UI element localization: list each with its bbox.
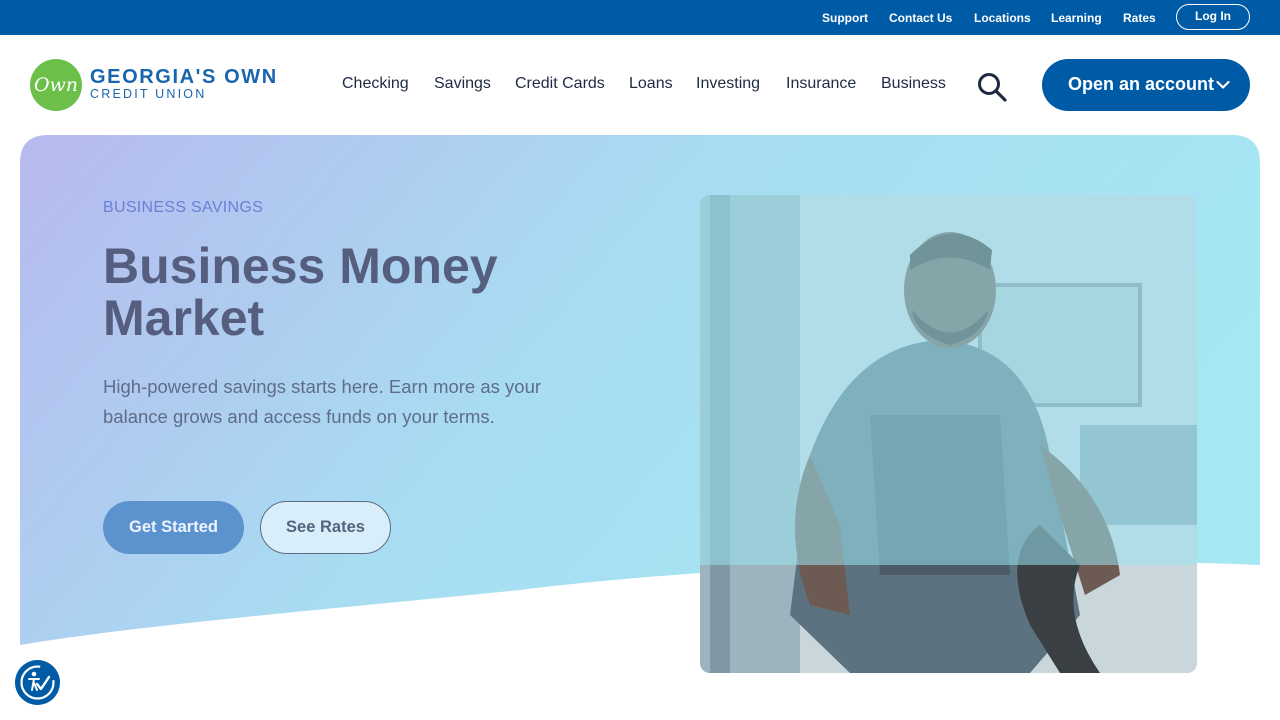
nav-item-savings[interactable]: Savings bbox=[434, 75, 491, 93]
site-header: Own GEORGIA'S OWN CREDIT UNION Checking … bbox=[0, 35, 1280, 135]
open-account-button[interactable]: Open an account bbox=[1042, 59, 1250, 111]
page-title: Business Money Market bbox=[103, 238, 498, 346]
utility-link-learning[interactable]: Learning bbox=[1051, 11, 1102, 25]
nav-item-insurance[interactable]: Insurance bbox=[786, 75, 856, 93]
hero-photo-tint bbox=[700, 195, 1197, 565]
accessibility-icon bbox=[20, 665, 55, 700]
logo-mark: Own bbox=[30, 59, 82, 111]
utility-bar: Support Contact Us Locations Learning Ra… bbox=[0, 0, 1280, 35]
see-rates-button[interactable]: See Rates bbox=[260, 501, 391, 554]
utility-links: Support Contact Us Locations Learning Ra… bbox=[0, 0, 1280, 35]
login-button[interactable]: Log In bbox=[1176, 4, 1250, 30]
accessibility-button[interactable] bbox=[15, 660, 60, 705]
logo-name: GEORGIA'S OWN bbox=[90, 66, 278, 88]
nav-item-credit-cards[interactable]: Credit Cards bbox=[515, 75, 605, 93]
chevron-down-icon bbox=[1216, 80, 1230, 89]
nav-item-investing[interactable]: Investing bbox=[696, 75, 760, 93]
hero-subtitle: High-powered savings starts here. Earn m… bbox=[103, 376, 542, 427]
search-icon[interactable] bbox=[976, 71, 1008, 103]
nav-item-business[interactable]: Business bbox=[881, 75, 946, 93]
utility-link-contact-us[interactable]: Contact Us bbox=[889, 11, 952, 25]
utility-link-support[interactable]: Support bbox=[822, 11, 868, 25]
open-account-label: Open an account bbox=[1068, 74, 1215, 94]
logo-tagline: CREDIT UNION bbox=[90, 87, 207, 101]
utility-link-locations[interactable]: Locations bbox=[974, 11, 1031, 25]
utility-link-rates[interactable]: Rates bbox=[1123, 11, 1156, 25]
get-started-button[interactable]: Get Started bbox=[103, 501, 244, 554]
nav-item-checking[interactable]: Checking bbox=[342, 75, 409, 93]
nav-item-loans[interactable]: Loans bbox=[629, 75, 673, 93]
hero-eyebrow: BUSINESS SAVINGS bbox=[103, 199, 264, 216]
